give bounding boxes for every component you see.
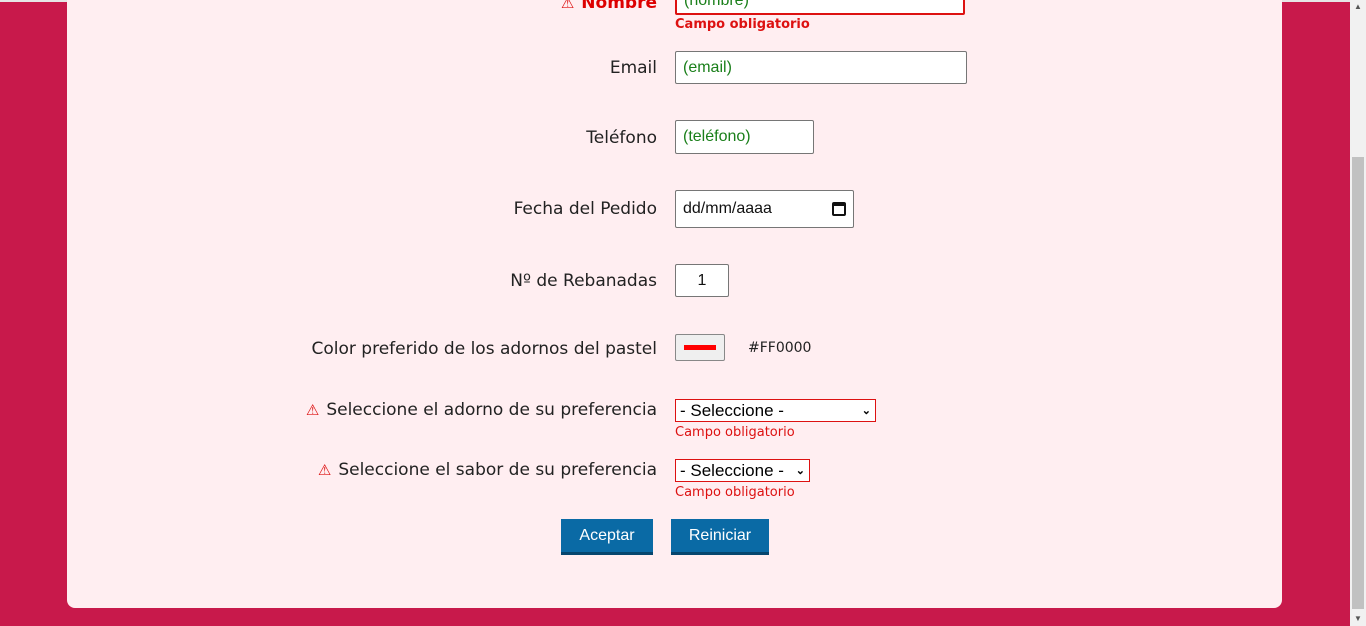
adorno-error: Campo obligatorio bbox=[675, 425, 795, 440]
email-placeholder: (email) bbox=[683, 58, 732, 76]
reset-button[interactable]: Reiniciar bbox=[671, 519, 769, 555]
warning-triangle-icon: ⚠ bbox=[560, 0, 575, 12]
color-label: Color preferido de los adornos del paste… bbox=[311, 339, 657, 359]
warning-triangle-icon: ⚠ bbox=[305, 401, 320, 419]
calendar-icon[interactable] bbox=[832, 202, 846, 216]
nombre-placeholder: (nombre) bbox=[684, 0, 749, 9]
nombre-error: Campo obligatorio bbox=[675, 17, 810, 32]
nombre-input[interactable]: (nombre) bbox=[675, 0, 965, 15]
chevron-down-icon: ⌄ bbox=[795, 465, 805, 477]
color-hex: #FF0000 bbox=[748, 340, 812, 356]
telefono-label: Teléfono bbox=[586, 128, 657, 148]
fecha-input[interactable]: dd/mm/aaaa bbox=[675, 190, 854, 228]
telefono-input[interactable]: (teléfono) bbox=[675, 120, 814, 154]
rebanadas-value: 1 bbox=[697, 271, 707, 289]
rebanadas-input[interactable]: 1 bbox=[675, 264, 729, 297]
chevron-down-icon: ⌄ bbox=[861, 405, 871, 417]
adorno-select[interactable]: - Seleccione - ⌄ bbox=[675, 399, 876, 422]
adorno-label: Seleccione el adorno de su preferencia bbox=[326, 400, 657, 420]
scroll-up-arrow-icon[interactable]: ▲ bbox=[1352, 2, 1364, 11]
nombre-label: Nombre bbox=[581, 0, 657, 13]
scrollbar-thumb[interactable] bbox=[1352, 157, 1364, 609]
adorno-selected: - Seleccione - bbox=[680, 400, 784, 420]
color-swatch bbox=[684, 345, 716, 350]
rebanadas-label: Nº de Rebanadas bbox=[510, 271, 657, 291]
adorno-label-row: ⚠ Seleccione el adorno de su preferencia bbox=[306, 399, 657, 421]
fecha-value: dd/mm/aaaa bbox=[683, 200, 772, 217]
sabor-label: Seleccione el sabor de su preferencia bbox=[338, 460, 657, 480]
fecha-label: Fecha del Pedido bbox=[513, 199, 657, 219]
email-input[interactable]: (email) bbox=[675, 51, 967, 84]
scroll-down-arrow-icon[interactable]: ▼ bbox=[1352, 614, 1364, 623]
telefono-placeholder: (teléfono) bbox=[683, 128, 751, 145]
warning-triangle-icon: ⚠ bbox=[317, 461, 332, 479]
nombre-label-row: ⚠ Nombre bbox=[561, 0, 657, 14]
color-picker[interactable] bbox=[675, 334, 725, 361]
sabor-select[interactable]: - Seleccione - ⌄ bbox=[675, 459, 810, 482]
sabor-error: Campo obligatorio bbox=[675, 485, 795, 500]
email-label: Email bbox=[609, 58, 657, 78]
form-card bbox=[67, 0, 1282, 608]
sabor-selected: - Seleccione - bbox=[680, 460, 784, 480]
accept-button[interactable]: Aceptar bbox=[561, 519, 653, 555]
sabor-label-row: ⚠ Seleccione el sabor de su preferencia bbox=[318, 459, 657, 481]
